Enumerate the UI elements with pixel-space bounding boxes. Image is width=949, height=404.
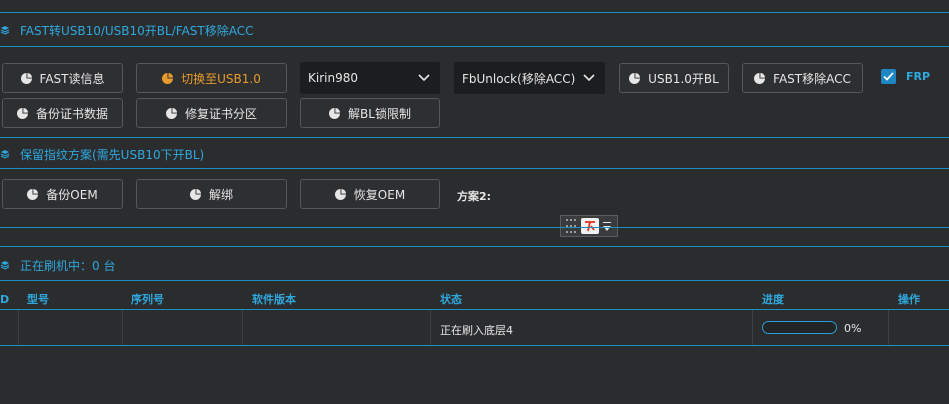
pie-chart-icon — [334, 188, 346, 200]
section-divider — [0, 46, 949, 47]
top-divider — [0, 12, 949, 13]
row-progress-bar — [762, 321, 837, 334]
pie-chart-icon — [189, 188, 201, 200]
toolbar-menu[interactable] — [603, 221, 611, 231]
layers-icon — [0, 261, 10, 270]
pie-chart-icon — [629, 72, 641, 84]
chip-select[interactable]: Kirin980 — [300, 62, 440, 94]
fast-section-header: FAST转USB10/USB10开BL/FAST移除ACC — [0, 19, 253, 41]
col-header-progress[interactable]: 进度 — [762, 290, 784, 308]
col-header-serial[interactable]: 序列号 — [131, 290, 164, 308]
row-status: 正在刷入底层4 — [440, 324, 513, 337]
chevron-down-icon — [583, 74, 595, 82]
fast-section-title: FAST转USB10/USB10开BL/FAST移除ACC — [20, 23, 254, 38]
cell-divider — [430, 310, 431, 346]
layers-icon — [0, 26, 10, 35]
col-header-status[interactable]: 状态 — [440, 290, 462, 308]
plan2-label: 方案2: — [457, 190, 492, 203]
pie-chart-icon — [754, 72, 766, 84]
section-divider — [0, 168, 949, 169]
chip-select-value: Kirin980 — [308, 71, 358, 85]
backup-oem-button[interactable]: 备份OEM — [2, 179, 123, 209]
fast-read-info-label: FAST读信息 — [39, 71, 105, 86]
fast-remove-acc-button[interactable]: FAST移除ACC — [742, 63, 863, 93]
repair-cert-label: 修复证书分区 — [184, 106, 257, 121]
switch-usb-label: 切换至USB1.0 — [181, 71, 261, 86]
section-divider — [0, 227, 949, 228]
restore-oem-button[interactable]: 恢复OEM — [300, 179, 440, 209]
unbind-label: 解绑 — [208, 187, 233, 202]
col-header-id[interactable]: D — [0, 290, 9, 308]
pie-chart-icon — [16, 107, 28, 119]
switch-usb-button[interactable]: 切换至USB1.0 — [136, 63, 287, 93]
backup-cert-label: 备份证书数据 — [35, 106, 108, 121]
backup-oem-label: 备份OEM — [46, 187, 98, 202]
unlock-bl-limit-button[interactable]: 解BL锁限制 — [300, 98, 440, 128]
cell-divider — [18, 310, 19, 346]
usb-open-bl-button[interactable]: USB1.0开BL — [619, 63, 729, 93]
pie-chart-icon — [20, 72, 32, 84]
col-header-action[interactable]: 操作 — [898, 290, 920, 308]
check-icon — [883, 72, 894, 81]
app-logo-icon[interactable] — [581, 218, 599, 234]
flashing-section-header: 正在刷机中：0 台 — [0, 254, 115, 276]
section-divider — [0, 137, 949, 138]
chevron-down-icon — [418, 74, 430, 82]
mode-select[interactable]: FbUnlock(移除ACC) — [454, 62, 605, 94]
minus-icon[interactable] — [603, 221, 611, 223]
restore-oem-label: 恢复OEM — [353, 187, 406, 202]
mode-select-value: FbUnlock(移除ACC) — [462, 71, 576, 86]
cell-divider — [122, 310, 123, 346]
repair-cert-button[interactable]: 修复证书分区 — [136, 98, 287, 128]
grip-icon[interactable] — [563, 216, 579, 236]
section-divider — [0, 246, 949, 247]
fingerprint-section-title: 保留指纹方案(需先USB10下开BL) — [20, 147, 205, 162]
fast-remove-acc-label: FAST移除ACC — [773, 71, 851, 86]
pie-chart-icon — [27, 188, 39, 200]
pie-chart-icon — [162, 72, 174, 84]
brush-icon — [585, 221, 595, 232]
frp-checkbox[interactable] — [881, 69, 896, 84]
col-header-model[interactable]: 型号 — [27, 290, 49, 308]
frp-label: FRP — [906, 70, 931, 83]
pie-chart-icon — [329, 107, 341, 119]
pie-chart-icon — [165, 107, 177, 119]
table-row-divider — [0, 345, 949, 346]
floating-toolbar[interactable] — [560, 215, 618, 237]
cell-divider — [752, 310, 753, 346]
unbind-button[interactable]: 解绑 — [136, 179, 287, 209]
fingerprint-section-header: 保留指纹方案(需先USB10下开BL) — [0, 143, 204, 165]
col-header-software[interactable]: 软件版本 — [252, 290, 296, 308]
cell-divider — [242, 310, 243, 346]
backup-cert-button[interactable]: 备份证书数据 — [2, 98, 123, 128]
fast-read-info-button[interactable]: FAST读信息 — [2, 63, 123, 93]
usb-open-bl-label: USB1.0开BL — [648, 71, 719, 86]
section-divider — [0, 280, 949, 281]
flashing-section-title: 正在刷机中：0 台 — [20, 258, 116, 273]
layers-icon — [0, 150, 10, 159]
row-progress-text: 0% — [844, 322, 862, 335]
cell-divider — [888, 310, 889, 346]
unlock-bl-limit-label: 解BL锁限制 — [348, 106, 411, 121]
